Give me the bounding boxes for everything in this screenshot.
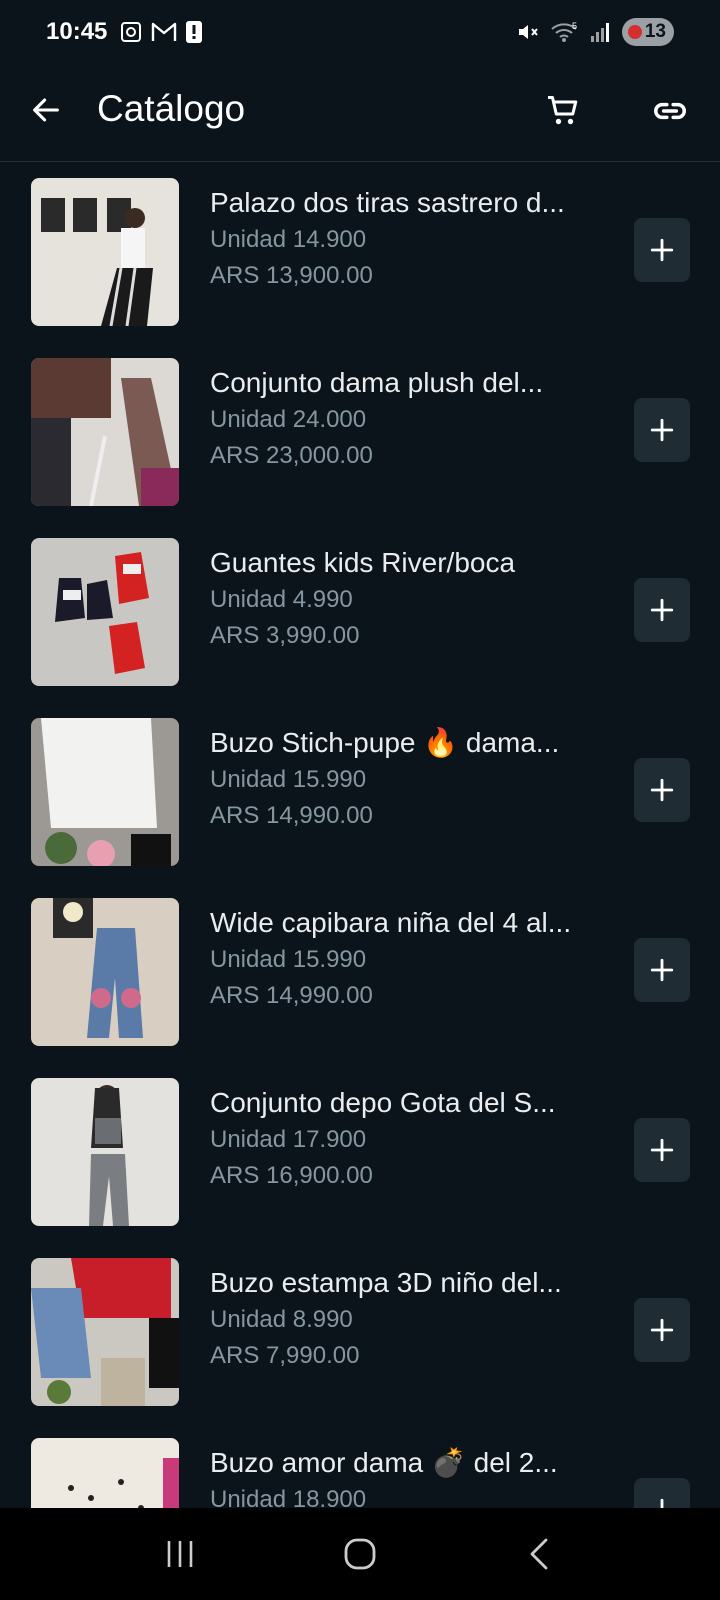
page-title: Catálogo [97, 88, 246, 129]
screenshot-icon [121, 22, 142, 42]
item-price: ARS 14,990.00 [210, 982, 373, 1009]
back-button[interactable] [28, 92, 64, 128]
product-thumbnail [31, 898, 179, 1046]
recents-button[interactable] [150, 1524, 210, 1584]
plus-icon [650, 778, 674, 802]
cart-button[interactable] [543, 91, 583, 131]
catalog-item[interactable]: Conjunto dama plush del... Unidad 24.000… [0, 342, 720, 522]
add-to-cart-button[interactable] [634, 938, 690, 1002]
item-text: Guantes kids River/boca Unidad 4.990 ARS… [210, 544, 590, 654]
item-text: Buzo Stich-pupe 🔥 dama... Unidad 15.990 … [210, 724, 590, 834]
home-icon [344, 1538, 376, 1570]
cart-icon [548, 96, 578, 125]
catalog-item[interactable]: Buzo estampa 3D niño del... Unidad 8.990… [0, 1242, 720, 1422]
arrow-back-icon [33, 98, 59, 122]
item-price: ARS 14,990.00 [210, 802, 373, 829]
item-title: Guantes kids River/boca [210, 547, 516, 578]
wifi-label: 5 [572, 21, 577, 31]
product-thumbnail [31, 1078, 179, 1226]
status-bar: 10:45 5 13 [0, 0, 720, 64]
item-price: ARS 13,900.00 [210, 262, 373, 289]
plus-icon [660, 1498, 664, 1508]
add-to-cart-button[interactable] [634, 1478, 690, 1508]
app-bar: Catálogo [0, 64, 720, 162]
add-to-cart-button[interactable] [634, 578, 690, 642]
item-title: Palazo dos tiras sastrero d... [210, 187, 565, 218]
status-right: 5 13 [516, 18, 674, 46]
system-nav-bar [0, 1508, 720, 1600]
add-to-cart-button[interactable] [634, 218, 690, 282]
notification-icons [119, 20, 203, 44]
item-title: Buzo amor dama 💣 del 2... [210, 1447, 558, 1478]
status-time: 10:45 [46, 18, 108, 45]
item-text: Buzo amor dama 💣 del 2... Unidad 18.900 [210, 1444, 590, 1508]
add-to-cart-button[interactable] [634, 398, 690, 462]
mute-icon [518, 25, 538, 39]
add-to-cart-button[interactable] [634, 1118, 690, 1182]
item-description: Unidad 14.900 [210, 226, 367, 253]
battery-indicator: 13 [621, 18, 674, 46]
item-price: ARS 16,900.00 [210, 1162, 373, 1189]
link-icon [654, 102, 686, 120]
item-title: Conjunto dama plush del... [210, 367, 544, 398]
product-thumbnail [31, 358, 179, 506]
item-description: Unidad 8.990 [210, 1306, 353, 1333]
plus-icon [650, 958, 674, 982]
item-price: ARS 23,000.00 [210, 442, 373, 469]
item-description: Unidad 15.990 [210, 766, 367, 793]
item-description: Unidad 24.000 [210, 406, 367, 433]
product-thumbnail [31, 178, 179, 326]
item-description: Unidad 4.990 [210, 586, 353, 613]
battery-saver-icon [627, 25, 642, 39]
home-button[interactable] [330, 1524, 390, 1584]
item-price: ARS 3,990.00 [210, 622, 360, 649]
alert-icon [186, 21, 203, 43]
gmail-icon [152, 22, 177, 41]
battery-level: 13 [644, 21, 666, 42]
wifi-icon: 5 [551, 21, 577, 42]
chevron-left-icon [530, 1538, 548, 1570]
plus-icon [650, 598, 674, 622]
add-to-cart-button[interactable] [634, 758, 690, 822]
signal-icon [590, 23, 609, 42]
item-description: Unidad 18.900 [210, 1486, 367, 1508]
item-title: Wide capibara niña del 4 al... [210, 907, 572, 938]
item-title: Conjunto depo Gota del S... [210, 1087, 556, 1118]
catalog-item[interactable]: Buzo Stich-pupe 🔥 dama... Unidad 15.990 … [0, 702, 720, 882]
plus-icon [650, 1318, 674, 1342]
share-link-button[interactable] [650, 91, 690, 131]
item-title: Buzo estampa 3D niño del... [210, 1267, 562, 1298]
item-text: Conjunto depo Gota del S... Unidad 17.90… [210, 1084, 590, 1194]
catalog-item[interactable]: Conjunto depo Gota del S... Unidad 17.90… [0, 1062, 720, 1242]
system-back-button[interactable] [510, 1524, 570, 1584]
catalog-item[interactable]: Palazo dos tiras sastrero d... Unidad 14… [0, 162, 720, 342]
recents-icon [167, 1541, 193, 1567]
product-thumbnail [31, 1258, 179, 1406]
item-text: Wide capibara niña del 4 al... Unidad 15… [210, 904, 590, 1014]
status-left: 10:45 [46, 18, 203, 46]
plus-icon [650, 1138, 674, 1162]
catalog-item[interactable]: Buzo amor dama 💣 del 2... Unidad 18.900 [0, 1422, 720, 1508]
item-title: Buzo Stich-pupe 🔥 dama... [210, 727, 560, 758]
plus-icon [650, 238, 674, 262]
item-price: ARS 7,990.00 [210, 1342, 360, 1369]
item-text: Buzo estampa 3D niño del... Unidad 8.990… [210, 1264, 590, 1374]
item-text: Conjunto dama plush del... Unidad 24.000… [210, 364, 590, 474]
product-thumbnail [31, 1438, 179, 1508]
item-text: Palazo dos tiras sastrero d... Unidad 14… [210, 184, 590, 294]
plus-icon [650, 418, 674, 442]
item-description: Unidad 17.900 [210, 1126, 367, 1153]
item-description: Unidad 15.990 [210, 946, 367, 973]
product-thumbnail [31, 718, 179, 866]
catalog-item[interactable]: Wide capibara niña del 4 al... Unidad 15… [0, 882, 720, 1062]
catalog-item[interactable]: Guantes kids River/boca Unidad 4.990 ARS… [0, 522, 720, 702]
product-thumbnail [31, 538, 179, 686]
catalog-list: Palazo dos tiras sastrero d... Unidad 14… [0, 162, 720, 1508]
add-to-cart-button[interactable] [634, 1298, 690, 1362]
